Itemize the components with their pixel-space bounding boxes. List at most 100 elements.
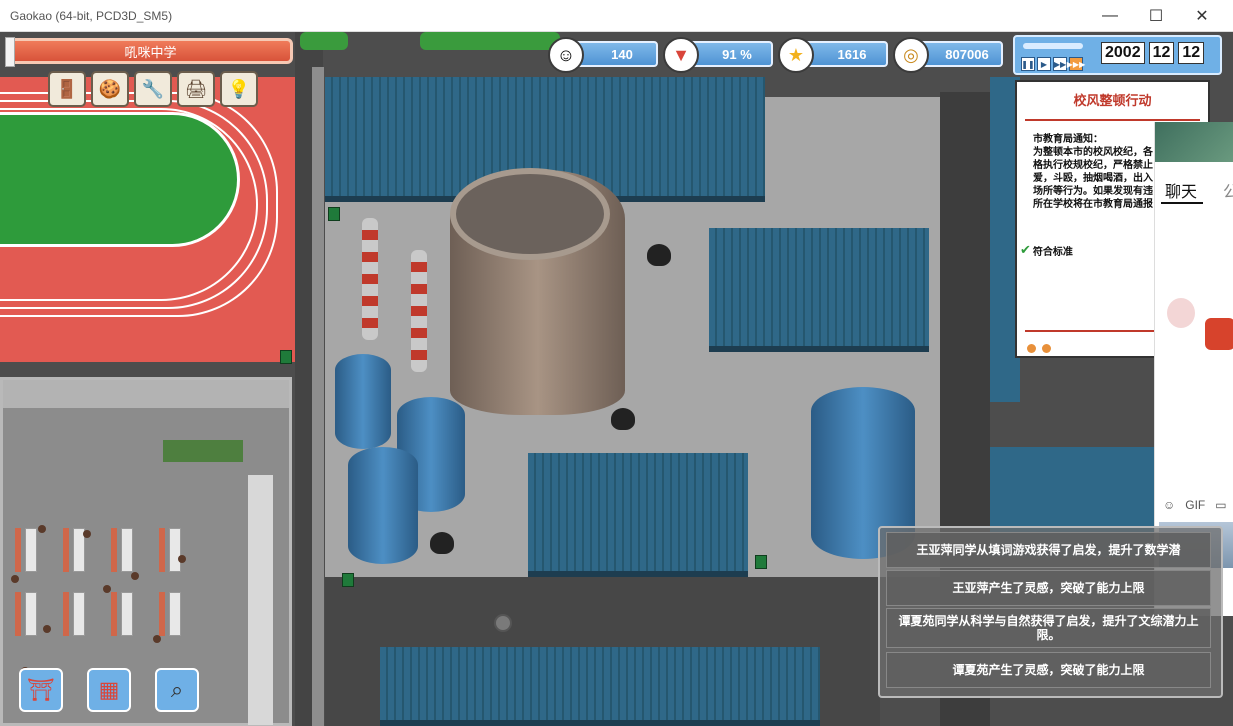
fast-button[interactable]: ▶▶ (1053, 57, 1067, 71)
notice-pager[interactable] (1027, 344, 1051, 353)
warehouse-roof (528, 453, 748, 577)
magnifier-icon[interactable]: ⌕ (155, 668, 199, 712)
window-title: Gaokao (64-bit, PCD3D_SM5) (10, 8, 173, 23)
trash-bin[interactable] (342, 573, 354, 587)
check-icon: ✔ (1020, 242, 1031, 257)
table (25, 528, 37, 572)
sidewalk (312, 67, 324, 726)
printer-icon[interactable]: 🖨 (177, 71, 215, 107)
school-name: 吼咪中学 (124, 44, 177, 60)
notice-status-text: 符合标准 (1032, 246, 1073, 258)
date-month: 12 (1148, 42, 1175, 64)
tree-hedge (420, 32, 560, 50)
coal-pile (611, 408, 635, 430)
cooling-tower-top (450, 168, 610, 260)
page-dot[interactable] (1027, 344, 1036, 353)
table (169, 528, 181, 572)
student[interactable] (178, 555, 186, 563)
event-message[interactable]: 王亚萍产生了灵感，突破了能力上限 (886, 570, 1211, 606)
video-icon[interactable]: ▭ (1215, 498, 1226, 512)
event-message[interactable]: 谭夏苑同学从科学与自然获得了启发，提升了文综潜力上限。 (886, 608, 1211, 648)
stat-reputation[interactable]: 1616 ★ (778, 37, 888, 73)
food-counter (163, 440, 243, 462)
table (25, 592, 37, 636)
emoji-icon[interactable]: ☺ (1163, 498, 1175, 512)
warehouse-roof (709, 228, 929, 352)
date-panel: ❚❚ ▶ ▶▶ ▶▶▶ 2002 12 12 (1013, 35, 1222, 75)
fastest-button[interactable]: ▶▶▶ (1067, 57, 1085, 71)
student[interactable] (83, 530, 91, 538)
chimney (411, 250, 427, 372)
game-date: 2002 12 12 (1101, 42, 1205, 64)
day-progress (1023, 43, 1083, 49)
event-message[interactable]: 王亚萍同学从填词游戏获得了启发，提升了数学潜 (886, 532, 1211, 568)
coal-pile (430, 532, 454, 554)
page-dot[interactable] (1042, 344, 1051, 353)
lightbulb-icon[interactable]: 💡 (220, 71, 258, 107)
cookies-icon[interactable]: 🍪 (91, 71, 129, 107)
warehouse-roof (380, 647, 820, 726)
tab-chat[interactable]: 聊天 (1165, 178, 1197, 202)
coal-pile (647, 244, 671, 266)
event-log[interactable]: 王亚萍同学从填词游戏获得了启发，提升了数学潜 王亚萍产生了灵感，突破了能力上限 … (878, 526, 1223, 698)
banner-pin (5, 37, 15, 67)
storage-tank (335, 354, 391, 449)
speed-controls: ❚❚ ▶ ▶▶ ▶▶▶ (1021, 57, 1085, 71)
avatar[interactable] (1167, 298, 1195, 328)
bench (15, 528, 21, 572)
gif-icon[interactable]: GIF (1185, 498, 1205, 512)
student[interactable] (43, 625, 51, 633)
stat-approval[interactable]: 91 % ▼ (663, 37, 773, 73)
event-message[interactable]: 谭夏苑产生了灵感，突破了能力上限 (886, 652, 1211, 688)
trash-bin[interactable] (328, 207, 340, 221)
table (121, 592, 133, 636)
chat-toolbar: ☺ GIF ▭ (1163, 498, 1227, 512)
stat-money[interactable]: 807006 ◎ (893, 37, 1003, 73)
bench (15, 592, 21, 636)
school-name-banner[interactable]: 吼咪中学 (5, 37, 293, 67)
notice-title: 校风整顿行动 (1073, 93, 1152, 108)
trash-bin[interactable] (755, 555, 767, 569)
pennant-icon: ▼ (663, 37, 699, 73)
window-titlebar: Gaokao (64-bit, PCD3D_SM5) — ☐ ✕ (0, 0, 1233, 32)
table (169, 592, 181, 636)
coins-icon: ◎ (893, 37, 929, 73)
table (121, 528, 133, 572)
notice-status: ✔ 符合标准 (1020, 242, 1073, 258)
storage-tank (348, 447, 418, 564)
bench (159, 528, 165, 572)
desk-icon[interactable]: ⛩ (19, 668, 63, 712)
student[interactable] (131, 572, 139, 580)
toolbar: 🚪 🍪 🔧 🖨 💡 (48, 71, 258, 107)
close-button[interactable]: ✕ (1179, 0, 1225, 32)
date-year: 2002 (1101, 42, 1145, 64)
pause-button[interactable]: ❚❚ (1021, 57, 1035, 71)
chimney (362, 218, 378, 340)
bench (159, 592, 165, 636)
date-day: 12 (1178, 42, 1205, 64)
tree-hedge (300, 32, 348, 50)
door-icon[interactable]: 🚪 (48, 71, 86, 107)
calendar-icon[interactable]: ▦ (87, 668, 131, 712)
minimize-button[interactable]: — (1087, 0, 1133, 32)
canteen-wall (3, 380, 289, 408)
chat-thumbnail (1155, 122, 1233, 162)
student[interactable] (153, 635, 161, 643)
student[interactable] (38, 525, 46, 533)
student-avatar-icon: ☺ (548, 37, 584, 73)
football-field (0, 112, 240, 247)
tab-other[interactable]: 公 (1223, 178, 1233, 202)
student[interactable] (11, 575, 19, 583)
play-button[interactable]: ▶ (1037, 57, 1051, 71)
bench (63, 528, 69, 572)
sticker-message[interactable] (1205, 318, 1233, 350)
star-icon: ★ (778, 37, 814, 73)
tools-icon[interactable]: 🔧 (134, 71, 172, 107)
student[interactable] (103, 585, 111, 593)
game-viewport[interactable]: 吼咪中学 🚪 🍪 🔧 🖨 💡 140 ☺ 91 % ▼ 1616 ★ 80700… (0, 32, 1233, 726)
maximize-button[interactable]: ☐ (1133, 0, 1179, 32)
trash-bin[interactable] (280, 350, 292, 364)
bench (63, 592, 69, 636)
table (73, 592, 85, 636)
stat-students[interactable]: 140 ☺ (548, 37, 658, 73)
